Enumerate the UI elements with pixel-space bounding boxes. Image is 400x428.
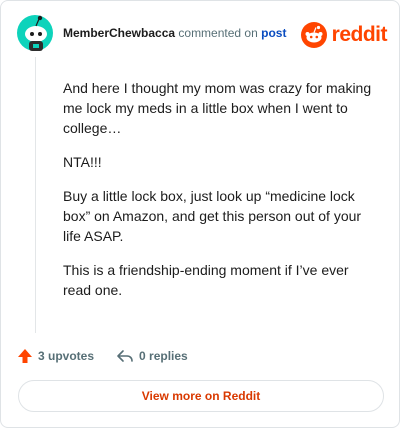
- reply-count: 0 replies: [139, 349, 188, 363]
- comment-paragraph: This is a friendship-ending moment if I’…: [63, 262, 349, 298]
- upvote-arrow-icon: [18, 349, 32, 363]
- upvote-button[interactable]: 3 upvotes: [17, 348, 94, 364]
- comment-paragraph: NTA!!!: [63, 154, 102, 170]
- comment-paragraph: And here I thought my mom was crazy for …: [63, 80, 372, 136]
- commented-on-text: commented on: [178, 26, 258, 40]
- avatar[interactable]: [15, 13, 55, 53]
- reddit-logo-icon: [300, 22, 327, 48]
- comment-header: MemberChewbacca commented on post reddit: [15, 13, 388, 53]
- reply-button[interactable]: 0 replies: [116, 348, 188, 364]
- upvote-count: 3 upvotes: [38, 349, 95, 363]
- reddit-wordmark: reddit: [331, 23, 388, 46]
- reddit-comment-embed: MemberChewbacca commented on post reddit…: [0, 0, 400, 428]
- reply-icon: [117, 350, 133, 362]
- thread-line[interactable]: [35, 57, 36, 333]
- username[interactable]: MemberChewbacca: [63, 26, 175, 40]
- comment-meta: MemberChewbacca commented on post: [63, 26, 286, 40]
- comment-body: And here I thought my mom was crazy for …: [63, 78, 378, 314]
- post-link[interactable]: post: [261, 26, 286, 40]
- reddit-logo[interactable]: reddit: [300, 21, 388, 49]
- comment-actions: 3 upvotes 0 replies: [17, 345, 210, 367]
- comment-paragraph: Buy a little lock box, just look up “med…: [63, 188, 362, 244]
- snoo-avatar-icon: [17, 15, 53, 51]
- view-more-button[interactable]: View more on Reddit: [18, 380, 384, 412]
